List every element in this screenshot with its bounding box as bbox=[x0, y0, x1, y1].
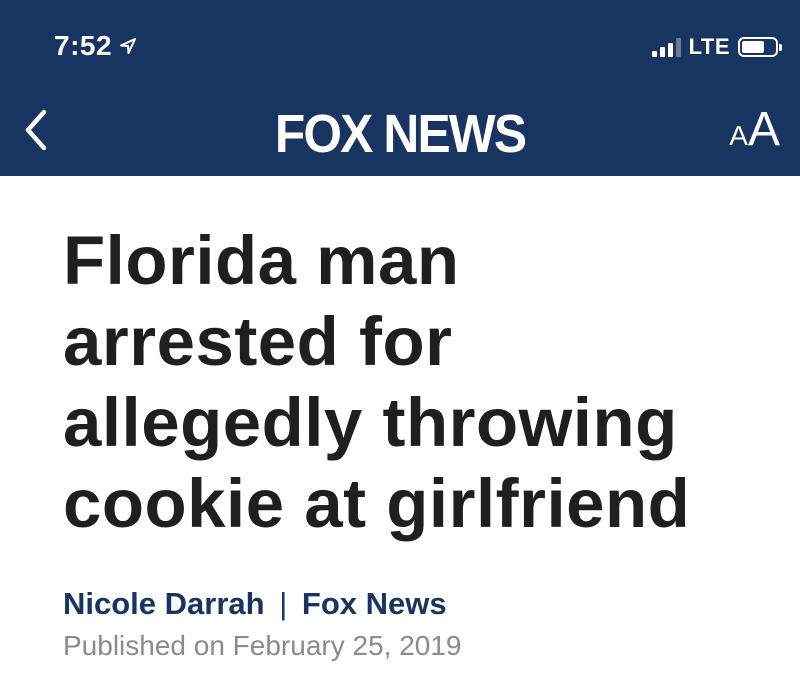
battery-icon bbox=[738, 37, 782, 57]
article-headline: Florida man arrested for allegedly throw… bbox=[63, 222, 691, 542]
fox-news-logo: FOX NEWS bbox=[274, 104, 527, 164]
text-size-small-glyph: A bbox=[729, 120, 748, 151]
signal-strength-icon bbox=[651, 37, 681, 57]
source-name: Fox News bbox=[301, 586, 447, 621]
time-text: 7:52 bbox=[54, 30, 113, 61]
byline: Nicole Darrah | Fox News bbox=[63, 586, 763, 622]
app-header: 7:52 LTE FOX NEWS A A bbox=[0, 0, 800, 176]
location-arrow-icon bbox=[120, 38, 137, 54]
author-name[interactable]: Nicole Darrah bbox=[63, 586, 265, 621]
text-size-large-glyph: A bbox=[747, 103, 780, 156]
article-header: Florida man arrested for allegedly throw… bbox=[63, 220, 763, 662]
byline-separator: | bbox=[279, 586, 288, 621]
status-bar-time: 7:52 bbox=[54, 30, 138, 62]
published-date: Published on February 25, 2019 bbox=[63, 630, 462, 661]
network-type: LTE bbox=[688, 34, 730, 59]
status-indicators: LTE bbox=[651, 34, 782, 60]
text-size-button[interactable]: A A bbox=[729, 106, 780, 154]
